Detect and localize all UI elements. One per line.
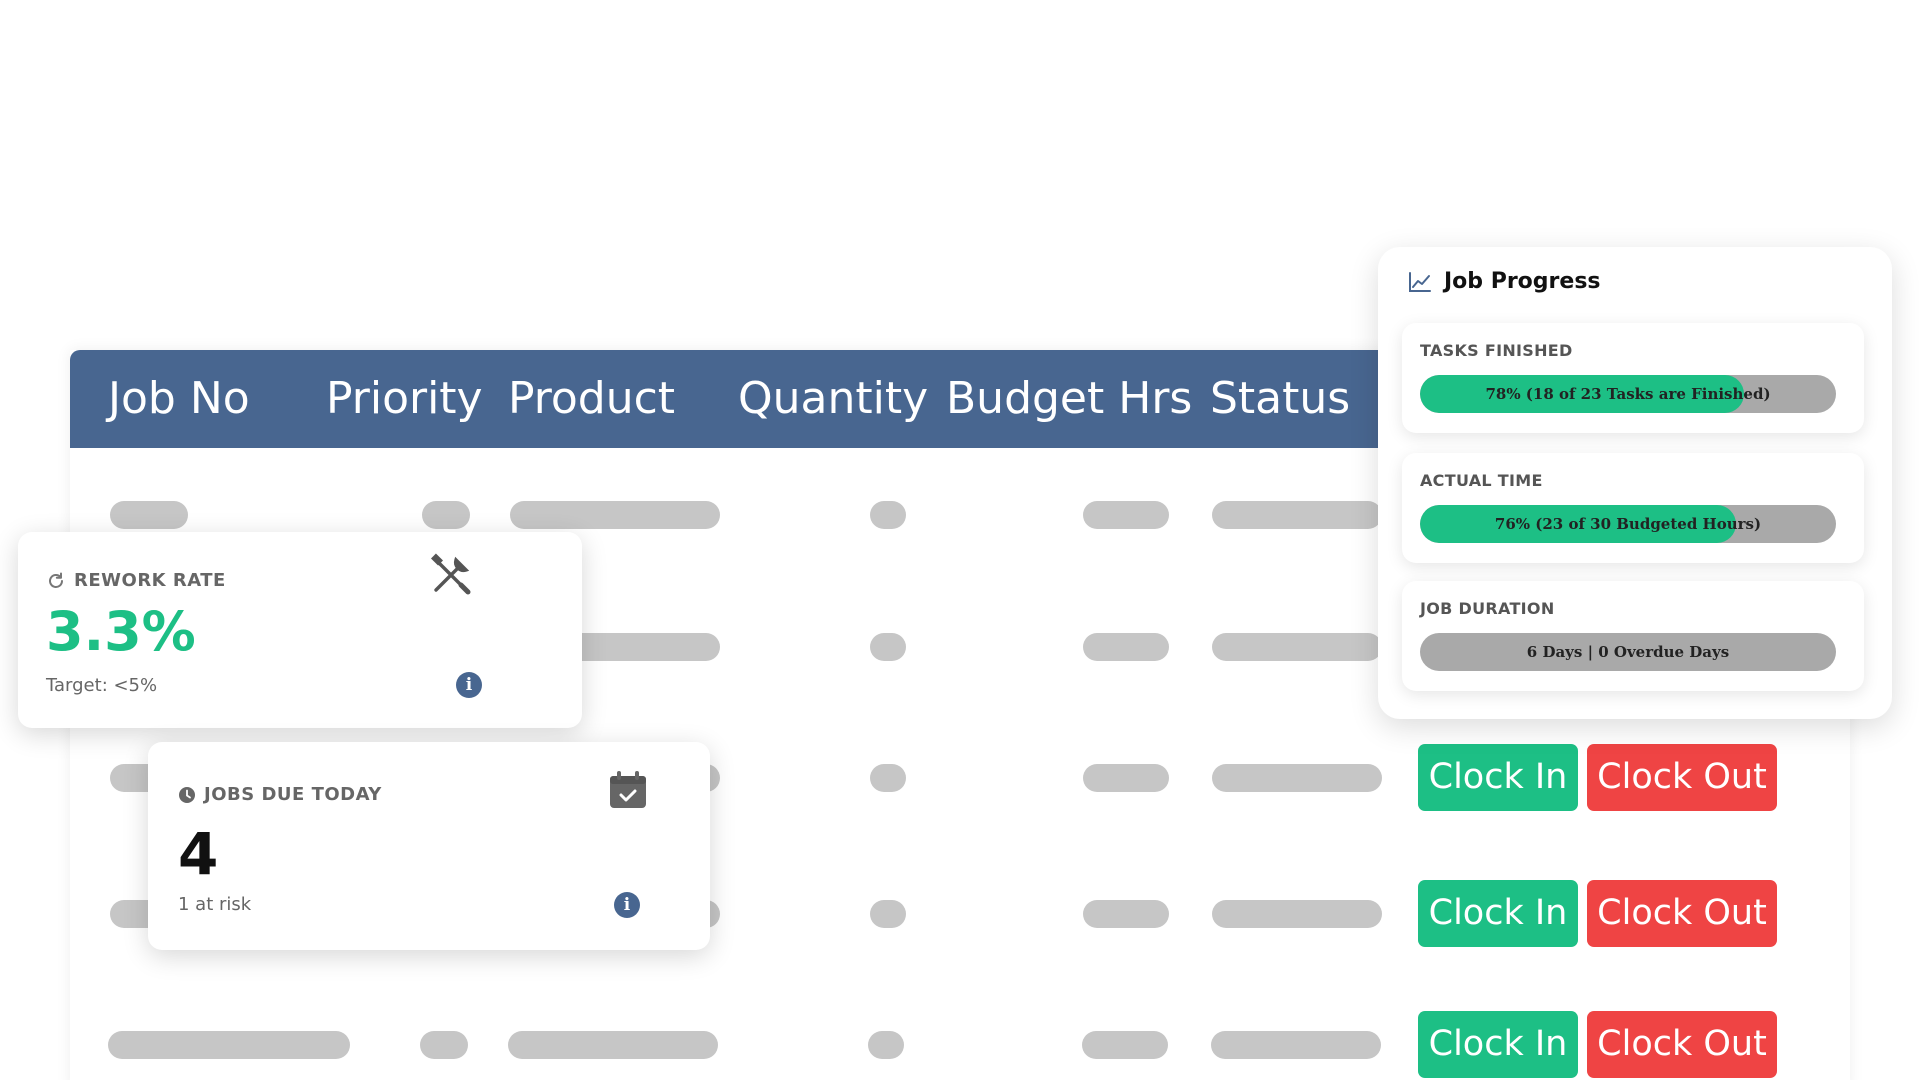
progress-bar: 78% (18 of 23 Tasks are Finished) (1420, 375, 1836, 413)
column-header-product[interactable]: Product (508, 350, 675, 448)
progress-bar: 76% (23 of 30 Budgeted Hours) (1420, 505, 1836, 543)
calendar-check-icon (610, 771, 646, 808)
job-progress-panel: Job Progress TASKS FINISHED 78% (18 of 2… (1378, 247, 1892, 719)
column-header-status[interactable]: Status (1210, 350, 1350, 448)
product-placeholder (510, 501, 720, 529)
info-icon[interactable]: i (614, 892, 640, 918)
refresh-icon (49, 572, 63, 588)
progress-bar-text: 6 Days | 0 Overdue Days (1526, 643, 1730, 661)
progress-bar: 6 Days | 0 Overdue Days (1420, 633, 1836, 671)
rework-rate-card[interactable]: REWORK RATE 3.3% Target: <5% i (18, 532, 582, 728)
priority-placeholder (422, 501, 470, 529)
progress-bar-text: 78% (18 of 23 Tasks are Finished) (1485, 385, 1771, 403)
column-header-quantity[interactable]: Quantity (738, 350, 928, 448)
rework-rate-label-row: REWORK RATE (46, 570, 226, 591)
table-row[interactable]: Clock In Clock Out (70, 1004, 1850, 1080)
quantity-placeholder (870, 764, 906, 792)
actual-time-metric: ACTUAL TIME 76% (23 of 30 Budgeted Hours… (1402, 453, 1864, 563)
clock-in-button[interactable]: Clock In (1418, 744, 1578, 811)
metric-label: JOB DURATION (1420, 599, 1555, 618)
jobs-due-sub: 1 at risk (178, 894, 252, 915)
metric-label: TASKS FINISHED (1420, 341, 1573, 360)
status-placeholder (1211, 1031, 1381, 1059)
job-no-placeholder (108, 1031, 350, 1059)
job-no-placeholder (110, 501, 188, 529)
jobs-due-today-card[interactable]: JOBS DUE TODAY 4 1 at risk i (148, 742, 710, 950)
clock-out-button[interactable]: Clock Out (1587, 880, 1777, 947)
metric-label: ACTUAL TIME (1420, 471, 1543, 490)
status-placeholder (1212, 764, 1382, 792)
budget-hrs-placeholder (1083, 900, 1169, 928)
clock-in-button[interactable]: Clock In (1418, 1011, 1578, 1078)
clock-out-button[interactable]: Clock Out (1587, 744, 1777, 811)
job-duration-metric: JOB DURATION 6 Days | 0 Overdue Days (1402, 581, 1864, 691)
budget-hrs-placeholder (1083, 633, 1169, 661)
budget-hrs-placeholder (1083, 764, 1169, 792)
wrench-screwdriver-icon (430, 553, 471, 595)
priority-placeholder (420, 1031, 468, 1059)
dashboard-stage: Job No Priority Product Quantity Budget … (0, 0, 1920, 1080)
rework-rate-label: REWORK RATE (74, 570, 226, 591)
jobs-due-label-row: JOBS DUE TODAY (178, 784, 382, 805)
job-progress-title: Job Progress (1444, 269, 1601, 294)
quantity-placeholder (870, 501, 906, 529)
clock-icon (179, 786, 195, 803)
rework-rate-value: 3.3% (46, 600, 196, 663)
info-icon[interactable]: i (456, 672, 482, 698)
clock-out-button[interactable]: Clock Out (1587, 1011, 1777, 1078)
status-placeholder (1212, 501, 1382, 529)
quantity-placeholder (870, 633, 906, 661)
column-header-budget-hrs[interactable]: Budget Hrs (946, 350, 1192, 448)
column-header-priority[interactable]: Priority (326, 350, 483, 448)
budget-hrs-placeholder (1082, 1031, 1168, 1059)
jobs-due-value: 4 (178, 820, 219, 888)
job-progress-title-row: Job Progress (1408, 269, 1601, 294)
status-placeholder (1212, 900, 1382, 928)
budget-hrs-placeholder (1083, 501, 1169, 529)
jobs-due-label: JOBS DUE TODAY (204, 784, 382, 805)
clock-in-button[interactable]: Clock In (1418, 880, 1578, 947)
quantity-placeholder (868, 1031, 904, 1059)
status-placeholder (1212, 633, 1382, 661)
line-chart-icon (1409, 271, 1431, 292)
rework-rate-target: Target: <5% (46, 675, 158, 696)
progress-bar-text: 76% (23 of 30 Budgeted Hours) (1494, 515, 1762, 533)
tasks-finished-metric: TASKS FINISHED 78% (18 of 23 Tasks are F… (1402, 323, 1864, 433)
quantity-placeholder (870, 900, 906, 928)
product-placeholder (508, 1031, 718, 1059)
column-header-job-no[interactable]: Job No (108, 350, 250, 448)
